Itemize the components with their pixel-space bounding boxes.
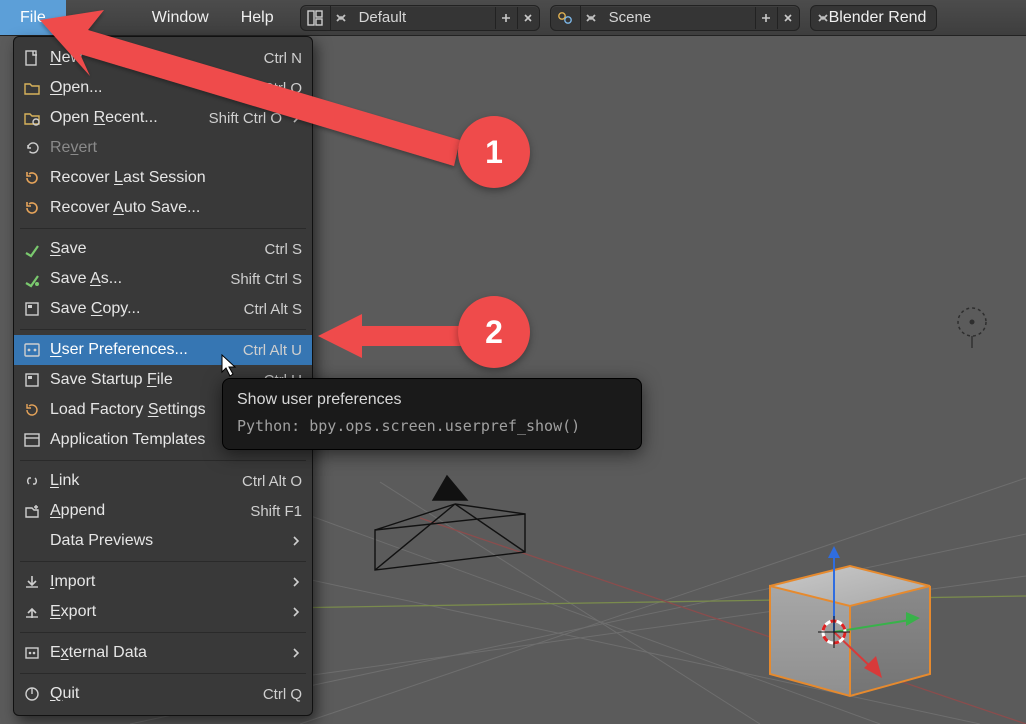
file-menu-revert-label: Revert — [50, 139, 302, 157]
menu-file-label: File — [20, 9, 46, 27]
menu-window[interactable]: Window — [136, 0, 225, 35]
file-menu-save-icon — [22, 239, 42, 259]
tooltip-title: Show user preferences — [237, 391, 627, 409]
file-menu-quit-shortcut: Ctrl Q — [263, 686, 302, 703]
file-menu-export-label: Export — [50, 603, 282, 621]
file-menu-save-copy-label: Save Copy... — [50, 300, 224, 318]
file-menu-save-copy[interactable]: Save Copy... Ctrl Alt S — [14, 294, 312, 324]
file-menu-new-shortcut: Ctrl N — [264, 50, 302, 67]
file-menu-new[interactable]: New Ctrl N — [14, 43, 312, 73]
submenu-chevron-icon — [290, 113, 302, 123]
file-menu-user-prefs[interactable]: User Preferences... Ctrl Alt U — [14, 335, 312, 365]
file-menu-open-recent[interactable]: Open Recent... Shift Ctrl O — [14, 103, 312, 133]
tooltip-user-preferences: Show user preferences Python: bpy.ops.sc… — [222, 378, 642, 450]
file-menu-import-icon — [22, 572, 42, 592]
file-menu-save-as-shortcut: Shift Ctrl S — [230, 271, 302, 288]
file-menu-save-startup-icon — [22, 370, 42, 390]
file-menu-open-shortcut: Ctrl O — [263, 80, 302, 97]
file-menu-save[interactable]: Save Ctrl S — [14, 234, 312, 264]
file-menu-external-data-label: External Data — [50, 644, 282, 662]
file-menu-load-factory-icon — [22, 400, 42, 420]
file-menu-save-copy-shortcut: Ctrl Alt S — [244, 301, 302, 318]
submenu-chevron-icon — [290, 648, 302, 658]
file-menu-append-label: Append — [50, 502, 230, 520]
file-menu-open-recent-label: Open Recent... — [50, 109, 189, 127]
submenu-chevron-icon — [290, 536, 302, 546]
file-menu-recover-auto[interactable]: Recover Auto Save... — [14, 193, 312, 223]
submenu-chevron-icon — [290, 607, 302, 617]
file-menu-recover-auto-icon — [22, 198, 42, 218]
file-menu-save-as-icon — [22, 269, 42, 289]
file-menu-revert-icon — [22, 138, 42, 158]
file-menu-new-icon — [22, 48, 42, 68]
file-menu-open[interactable]: Open... Ctrl O — [14, 73, 312, 103]
file-menu-export[interactable]: Export — [14, 597, 312, 627]
file-menu-link-label: Link — [50, 472, 222, 490]
file-menu-user-prefs-shortcut: Ctrl Alt U — [243, 342, 302, 359]
layout-selector[interactable]: Default — [300, 5, 540, 31]
file-menu-data-previews-label: Data Previews — [50, 532, 282, 550]
file-menu-link-icon — [22, 471, 42, 491]
file-menu-data-previews[interactable]: Data Previews — [14, 526, 312, 556]
file-menu-save-shortcut: Ctrl S — [265, 241, 303, 258]
layout-add-button[interactable] — [495, 7, 517, 29]
file-menu-open-label: Open... — [50, 79, 243, 97]
render-engine-selector[interactable]: Blender Rend — [810, 5, 938, 31]
layout-selector-chevron[interactable] — [331, 6, 351, 30]
file-menu-recover-auto-label: Recover Auto Save... — [50, 199, 302, 217]
scene-add-button[interactable] — [755, 7, 777, 29]
file-menu-revert: Revert — [14, 133, 312, 163]
file-menu-link[interactable]: Link Ctrl Alt O — [14, 466, 312, 496]
file-menu-quit-label: Quit — [50, 685, 243, 703]
submenu-chevron-icon — [290, 577, 302, 587]
file-menu-save-copy-icon — [22, 299, 42, 319]
layout-close-button[interactable] — [517, 7, 539, 29]
file-menu-open-recent-icon — [22, 108, 42, 128]
menu-help[interactable]: Help — [225, 0, 290, 35]
file-menu-new-label: New — [50, 49, 244, 67]
scene-selector-label: Scene — [601, 9, 755, 26]
file-menu-user-prefs-label: User Preferences... — [50, 341, 223, 359]
top-menubar[interactable]: File Window Help Default Scene — [0, 0, 1026, 36]
file-menu-data-previews-icon — [22, 531, 42, 551]
file-menu-append-icon — [22, 501, 42, 521]
file-menu-recover-last-label: Recover Last Session — [50, 169, 302, 187]
file-menu-append[interactable]: Append Shift F1 — [14, 496, 312, 526]
file-menu-quit-icon — [22, 684, 42, 704]
file-menu-dropdown[interactable]: New Ctrl N Open... Ctrl O Open Recent... Shif… — [13, 36, 313, 716]
file-menu-external-data[interactable]: External Data — [14, 638, 312, 668]
file-menu-save-startup-label: Save Startup File — [50, 371, 244, 389]
file-menu-user-prefs-icon — [22, 340, 42, 360]
file-menu-export-icon — [22, 602, 42, 622]
file-menu-save-label: Save — [50, 240, 245, 258]
menu-file[interactable]: File — [0, 0, 66, 35]
layout-icon — [301, 6, 331, 30]
file-menu-link-shortcut: Ctrl Alt O — [242, 473, 302, 490]
file-menu-import-label: Import — [50, 573, 282, 591]
file-menu-recover-last[interactable]: Recover Last Session — [14, 163, 312, 193]
file-menu-open-icon — [22, 78, 42, 98]
render-engine-label: Blender Rend — [829, 9, 927, 27]
tooltip-python: Python: bpy.ops.screen.userpref_show() — [237, 417, 627, 435]
file-menu-append-shortcut: Shift F1 — [250, 503, 302, 520]
file-menu-save-as[interactable]: Save As... Shift Ctrl S — [14, 264, 312, 294]
scene-close-button[interactable] — [777, 7, 799, 29]
file-menu-external-data-icon — [22, 643, 42, 663]
layout-selector-label: Default — [351, 9, 495, 26]
menu-help-label: Help — [241, 9, 274, 27]
scene-icon — [551, 6, 581, 30]
file-menu-recover-last-icon — [22, 168, 42, 188]
file-menu-save-as-label: Save As... — [50, 270, 210, 288]
scene-selector-chevron[interactable] — [581, 6, 601, 30]
file-menu-quit[interactable]: Quit Ctrl Q — [14, 679, 312, 709]
file-menu-open-recent-shortcut: Shift Ctrl O — [209, 110, 282, 127]
menu-window-label: Window — [152, 9, 209, 27]
file-menu-app-templates-icon — [22, 430, 42, 450]
scene-selector[interactable]: Scene — [550, 5, 800, 31]
render-engine-chevron[interactable] — [817, 12, 829, 24]
file-menu-import[interactable]: Import — [14, 567, 312, 597]
